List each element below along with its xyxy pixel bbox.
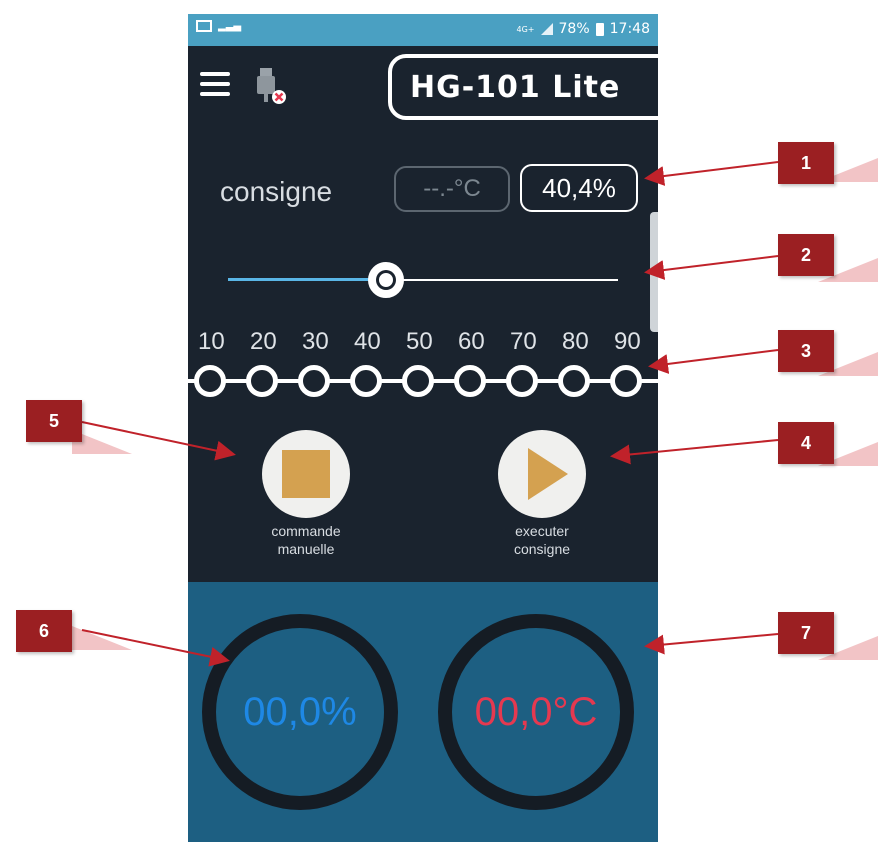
arrow-6 xyxy=(81,629,230,667)
arrow-5 xyxy=(81,421,236,461)
callout-7: 7 xyxy=(778,612,834,654)
callout-5: 5 xyxy=(26,400,82,442)
callout-3: 3 xyxy=(778,330,834,372)
annotation-arrows xyxy=(81,161,779,667)
callout-6: 6 xyxy=(16,610,72,652)
arrow-3 xyxy=(648,349,779,374)
arrow-2 xyxy=(644,255,779,280)
callout-1: 1 xyxy=(778,142,834,184)
callout-2: 2 xyxy=(778,234,834,276)
arrow-7 xyxy=(644,633,779,655)
arrow-1 xyxy=(644,161,779,186)
callout-4: 4 xyxy=(778,422,834,464)
arrow-4 xyxy=(610,439,779,465)
